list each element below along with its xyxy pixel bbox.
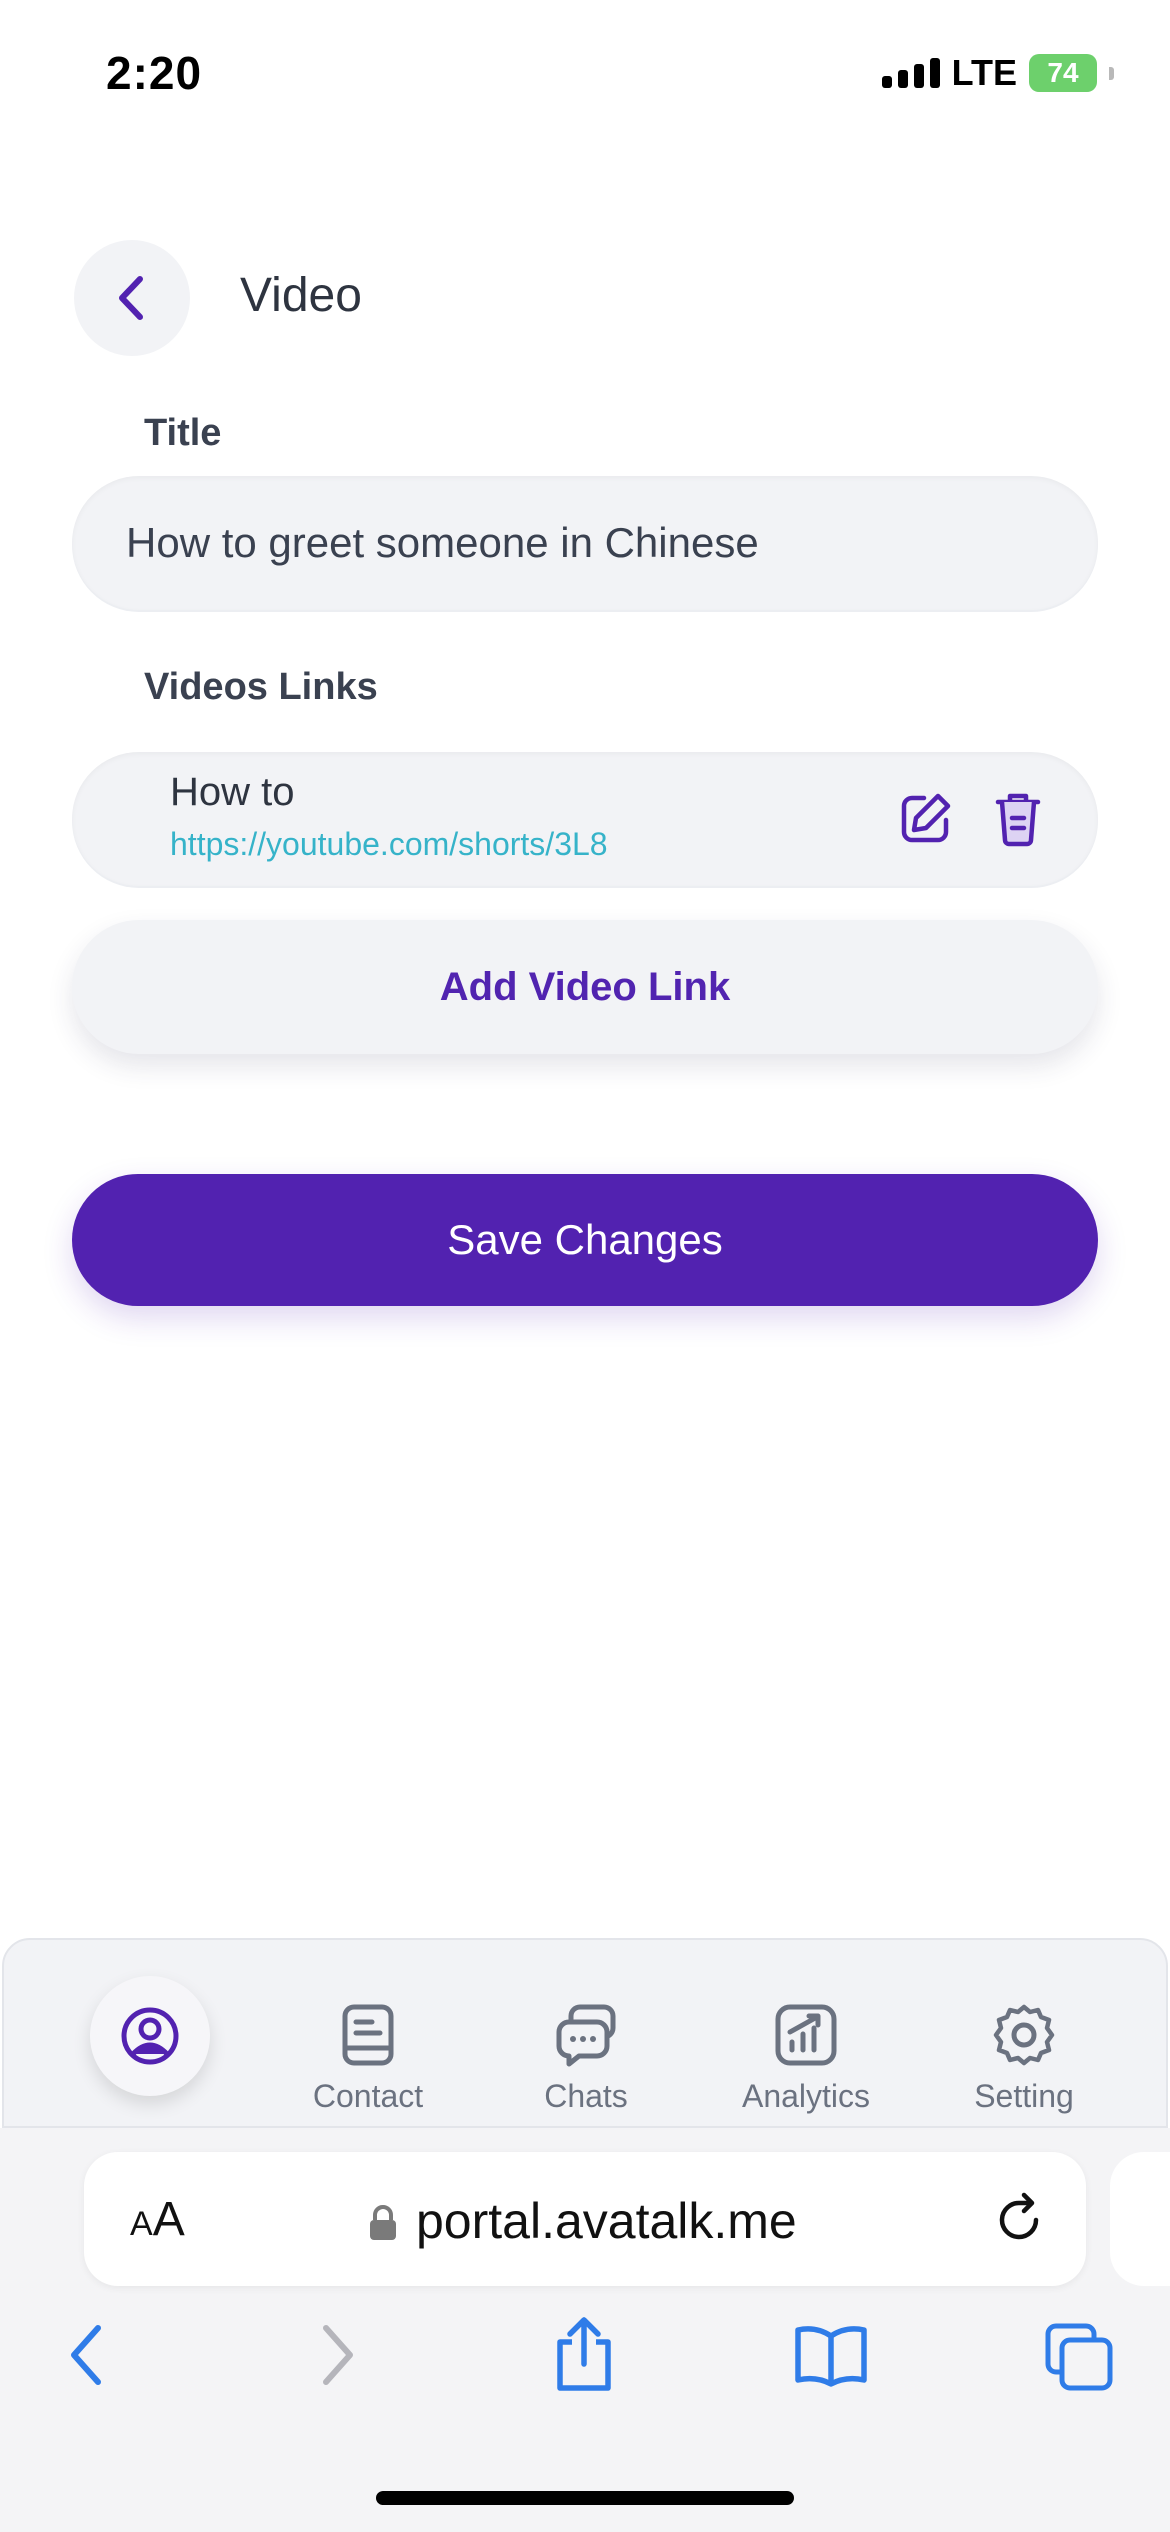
trash-icon[interactable]: [990, 788, 1046, 848]
page-title: Video: [240, 269, 362, 322]
edit-icon[interactable]: [898, 790, 954, 846]
bottom-nav: Contact Chats Analytics Setting: [2, 1938, 1168, 2128]
nav-label-analytics: Analytics: [741, 2078, 871, 2114]
nav-item-contact[interactable]: Contact: [268, 2002, 468, 2115]
back-button[interactable]: [74, 240, 190, 356]
nav-label-setting: Setting: [974, 2078, 1074, 2114]
analytics-chart-icon: [775, 2004, 837, 2066]
nav-item-analytics[interactable]: Analytics: [706, 2002, 906, 2115]
address-bar[interactable]: AA portal.avatalk.me: [84, 2152, 1086, 2286]
nav-profile-button[interactable]: [90, 1976, 210, 2096]
network-label: LTE: [951, 52, 1017, 93]
add-video-link-button[interactable]: Add Video Link: [72, 920, 1098, 1054]
status-time: 2:20: [106, 47, 203, 99]
tabs-icon[interactable]: [1044, 2322, 1114, 2392]
save-changes-button[interactable]: Save Changes: [72, 1174, 1098, 1306]
nav-label-chats: Chats: [544, 2078, 628, 2114]
gear-icon: [993, 2004, 1055, 2066]
battery-icon: 74: [1029, 54, 1097, 92]
text-size-button[interactable]: AA: [130, 2192, 185, 2247]
status-indicators: LTE 74: [881, 52, 1114, 94]
share-icon[interactable]: [552, 2314, 616, 2394]
next-tab-peek[interactable]: [1110, 2152, 1170, 2286]
bookmarks-icon[interactable]: [794, 2324, 868, 2388]
title-label: Title: [144, 412, 222, 454]
chevron-left-icon: [119, 276, 143, 320]
video-link-name: How to: [170, 770, 295, 814]
chat-bubbles-icon: [556, 2004, 616, 2067]
back-arrow-icon[interactable]: [64, 2320, 108, 2390]
user-circle-icon: [121, 2007, 179, 2065]
battery-tip: [1109, 66, 1114, 80]
nav-item-setting[interactable]: Setting: [924, 2002, 1124, 2115]
signal-icon: [881, 58, 940, 88]
title-input[interactable]: How to greet someone in Chinese: [72, 476, 1098, 610]
url-text: portal.avatalk.me: [416, 2193, 797, 2249]
nav-item-chats[interactable]: Chats: [486, 2002, 686, 2115]
video-links-label: Videos Links: [144, 666, 378, 708]
nav-label-contact: Contact: [312, 2078, 424, 2114]
lock-icon: [370, 2205, 396, 2240]
battery-level: 74: [1047, 57, 1079, 88]
forward-arrow-icon[interactable]: [316, 2320, 360, 2390]
video-link-url[interactable]: https://youtube.com/shorts/3L8: [170, 826, 608, 863]
home-indicator: [376, 2491, 794, 2505]
reload-icon[interactable]: [994, 2190, 1046, 2246]
video-link-item: How to https://youtube.com/shorts/3L8: [72, 752, 1098, 886]
browser-toolbar: AA portal.avatalk.me: [0, 2128, 1170, 2532]
contact-book-icon: [342, 2004, 394, 2066]
